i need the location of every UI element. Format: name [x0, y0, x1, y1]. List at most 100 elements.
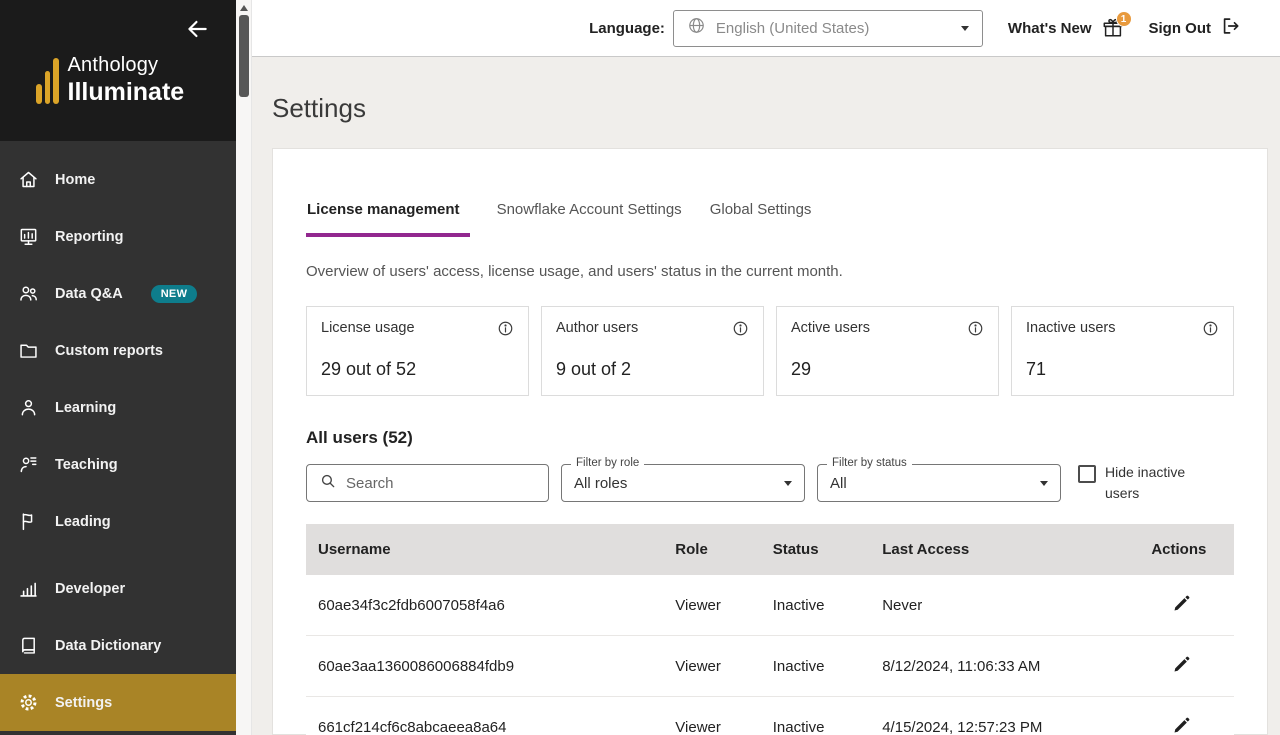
whats-new-label: What's New — [1007, 19, 1092, 37]
chevron-down-icon — [784, 480, 792, 486]
cell-username: 60ae3aa1360086006884fdb9 — [306, 635, 664, 697]
sidebar-item-label: Teaching — [55, 456, 118, 473]
bar-chart-icon — [18, 578, 39, 599]
sidebar-item-leading[interactable]: Leading — [0, 493, 236, 550]
edit-user-button[interactable] — [1172, 715, 1192, 735]
sidebar-item-reporting[interactable]: Reporting — [0, 208, 236, 265]
people-icon — [18, 283, 39, 304]
search-box — [306, 464, 549, 502]
scroll-up-arrow[interactable] — [240, 5, 248, 11]
edit-user-button[interactable] — [1172, 593, 1192, 613]
gift-icon: 1 — [1101, 11, 1132, 40]
settings-card: License management Snowflake Account Set… — [272, 148, 1268, 735]
brand: Anthology Illuminate — [36, 54, 220, 107]
sidebar-item-developer[interactable]: Developer — [0, 560, 236, 617]
filter-by-status-select[interactable]: Filter by status All — [817, 457, 1061, 502]
tab-license-management[interactable]: License management — [306, 201, 470, 237]
pencil-icon — [1172, 656, 1192, 677]
folder-icon — [18, 340, 39, 361]
cell-username: 661cf214cf6c8abcaeea8a64 — [306, 696, 664, 735]
cell-last-access: Never — [870, 575, 1140, 636]
stat-value: 71 — [1026, 359, 1047, 379]
scrollbar-thumb[interactable] — [238, 15, 249, 97]
table-row: 60ae34f3c2fdb6007058f4a6 Viewer Inactive… — [306, 575, 1234, 636]
sidebar-item-settings[interactable]: Settings — [0, 674, 236, 731]
chevron-down-icon — [1040, 480, 1048, 486]
page-title: Settings — [272, 93, 366, 123]
column-header-username: Username — [306, 524, 664, 575]
info-icon[interactable] — [497, 320, 514, 337]
sidebar-item-learning[interactable]: Learning — [0, 379, 236, 436]
sidebar-item-label: Data Q&A — [55, 285, 123, 302]
settings-tabs: License management Snowflake Account Set… — [306, 201, 1234, 237]
sidebar-item-label: Developer — [55, 580, 126, 597]
sidebar-item-home[interactable]: Home — [0, 151, 236, 208]
tab-snowflake-account-settings[interactable]: Snowflake Account Settings — [496, 201, 683, 237]
stat-label: Inactive users — [1026, 320, 1116, 336]
hide-inactive-checkbox[interactable] — [1078, 465, 1096, 483]
sign-out-label: Sign Out — [1148, 19, 1212, 37]
back-arrow-icon — [184, 20, 210, 45]
stat-card-license-usage: License usage 29 out of 52 — [306, 306, 529, 396]
sidebar-item-custom-reports[interactable]: Custom reports — [0, 322, 236, 379]
cell-role: Viewer — [663, 635, 761, 697]
whats-new-button[interactable]: What's New 1 — [1007, 11, 1132, 40]
flag-icon — [18, 511, 39, 532]
sidebar-item-label: Settings — [55, 694, 113, 711]
sidebar-item-data-dictionary[interactable]: Data Dictionary — [0, 617, 236, 674]
topbar: Language: English (United States) What's… — [252, 0, 1280, 57]
notification-badge: 1 — [1115, 11, 1132, 27]
language-select[interactable]: English (United States) — [672, 9, 983, 47]
filter-by-role-select[interactable]: Filter by role All roles — [561, 457, 805, 502]
users-table: Username Role Status Last Access Actions… — [306, 524, 1234, 735]
table-row: 661cf214cf6c8abcaeea8a64 Viewer Inactive… — [306, 696, 1234, 735]
info-icon[interactable] — [967, 320, 984, 337]
language-label: Language: — [589, 19, 665, 37]
hide-inactive-label: Hide inactive users — [1105, 464, 1186, 501]
cell-status: Inactive — [760, 635, 871, 697]
sidebar-item-label: Data Dictionary — [55, 637, 162, 654]
collapse-sidebar-button[interactable] — [184, 16, 210, 42]
globe-icon — [687, 16, 706, 40]
sidebar-nav: Home Reporting Data Q&A NEW Custom repor… — [0, 141, 236, 731]
filter-role-value: All roles — [574, 474, 628, 492]
search-icon — [319, 472, 337, 495]
stat-value: 29 — [791, 359, 812, 379]
info-icon[interactable] — [1202, 320, 1219, 337]
cell-username: 60ae34f3c2fdb6007058f4a6 — [306, 575, 664, 636]
sidebar-item-teaching[interactable]: Teaching — [0, 436, 236, 493]
stat-card-inactive-users: Inactive users 71 — [1011, 306, 1234, 396]
filter-role-label: Filter by role — [571, 457, 645, 469]
filter-status-value: All — [830, 474, 847, 492]
info-icon[interactable] — [732, 320, 749, 337]
learner-icon — [18, 397, 39, 418]
stat-value: 9 out of 2 — [556, 359, 632, 379]
cell-status: Inactive — [760, 696, 871, 735]
pencil-icon — [1172, 595, 1192, 616]
hide-inactive-users-control: Hide inactive users — [1078, 462, 1200, 504]
settings-page: Settings License management Snowflake Ac… — [252, 57, 1280, 735]
search-input[interactable] — [346, 474, 536, 492]
column-header-status: Status — [760, 524, 871, 575]
sidebar: Anthology Illuminate Home Reporting Data… — [0, 0, 236, 735]
sidebar-item-label: Leading — [55, 513, 111, 530]
edit-user-button[interactable] — [1172, 654, 1192, 674]
language-selected-value: English (United States) — [715, 19, 870, 37]
cell-role: Viewer — [663, 575, 761, 636]
new-badge: NEW — [150, 284, 198, 303]
stat-label: License usage — [321, 320, 415, 336]
sign-out-button[interactable]: Sign Out — [1149, 15, 1243, 41]
scrollbar[interactable] — [236, 0, 252, 735]
user-controls: Filter by role All roles Filter by statu… — [306, 457, 1234, 504]
tab-global-settings[interactable]: Global Settings — [709, 201, 813, 237]
reporting-icon — [18, 226, 39, 247]
brand-text: Anthology Illuminate — [68, 54, 185, 107]
stat-cards: License usage 29 out of 52 Author users — [306, 306, 1234, 396]
stat-label: Active users — [791, 320, 870, 336]
cell-last-access: 4/15/2024, 12:57:23 PM — [870, 696, 1140, 735]
column-header-actions: Actions — [1139, 524, 1234, 575]
sidebar-item-label: Reporting — [55, 228, 124, 245]
sidebar-item-data-qa[interactable]: Data Q&A NEW — [0, 265, 236, 322]
sidebar-item-label: Custom reports — [55, 342, 163, 359]
sidebar-logo-area: Anthology Illuminate — [0, 0, 236, 141]
